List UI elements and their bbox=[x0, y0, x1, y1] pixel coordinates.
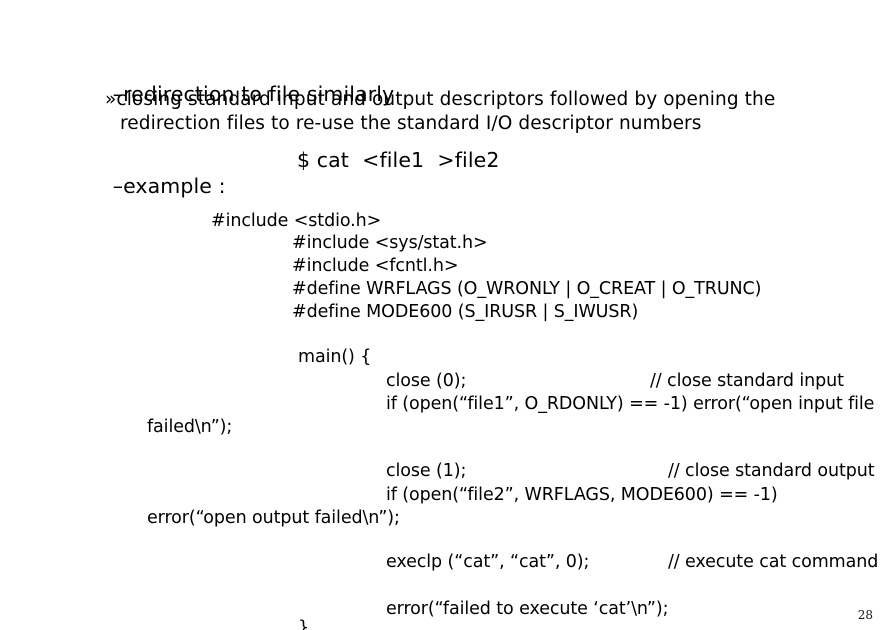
code-line-execlp: execlp (“cat”, “cat”, 0); bbox=[386, 552, 590, 572]
bullet-label-example: example : bbox=[123, 174, 226, 198]
code-line-close-0: close (0); bbox=[386, 371, 467, 391]
bullet-marker-dash-example: – bbox=[112, 174, 124, 198]
slide-canvas: –redirection to file similarly »closing … bbox=[0, 0, 891, 630]
code-line-close-1: close (1); bbox=[386, 461, 467, 481]
page-number: 28 bbox=[857, 608, 873, 622]
code-comment-close-standard-output: // close standard output bbox=[668, 461, 875, 481]
bullet-text-closing-descriptors: »closing standard input and output descr… bbox=[105, 88, 795, 135]
example-command: $ cat <file1 >file2 bbox=[297, 148, 500, 172]
bullet-item-closing-descriptors: »closing standard input and output descr… bbox=[105, 88, 795, 135]
bullet-marker-chevron: » bbox=[105, 89, 117, 110]
code-line-error-exec: error(“failed to execute ‘cat’\n”); bbox=[386, 599, 669, 619]
code-line-include-sysstat: #include <sys/stat.h> bbox=[292, 233, 488, 253]
bullet-text-closing-descriptors-body: closing standard input and output descri… bbox=[116, 89, 776, 134]
code-line-wrap-failed-2: error(“open output failed\n”); bbox=[147, 508, 400, 528]
code-comment-close-standard-input: // close standard input bbox=[650, 371, 844, 391]
code-line-if-open-file2: if (open(“file2”, WRFLAGS, MODE600) == -… bbox=[386, 485, 778, 505]
code-line-include-stdio: #include <stdio.h> bbox=[211, 211, 382, 231]
code-line-define-mode600: #define MODE600 (S_IRUSR | S_IWUSR) bbox=[292, 302, 639, 322]
code-comment-execute-cat: // execute cat command bbox=[668, 552, 879, 572]
code-line-wrap-failed-1: failed\n”); bbox=[147, 417, 233, 437]
code-line-include-fcntl: #include <fcntl.h> bbox=[292, 256, 459, 276]
code-line-main-open: main() { bbox=[298, 347, 372, 367]
code-line-define-wrflags: #define WRFLAGS (O_WRONLY | O_CREAT | O_… bbox=[292, 279, 762, 299]
code-line-if-open-file1: if (open(“file1”, O_RDONLY) == -1) error… bbox=[386, 394, 875, 414]
code-line-main-close: } bbox=[298, 618, 310, 630]
bullet-item-example: –example : bbox=[73, 147, 226, 225]
